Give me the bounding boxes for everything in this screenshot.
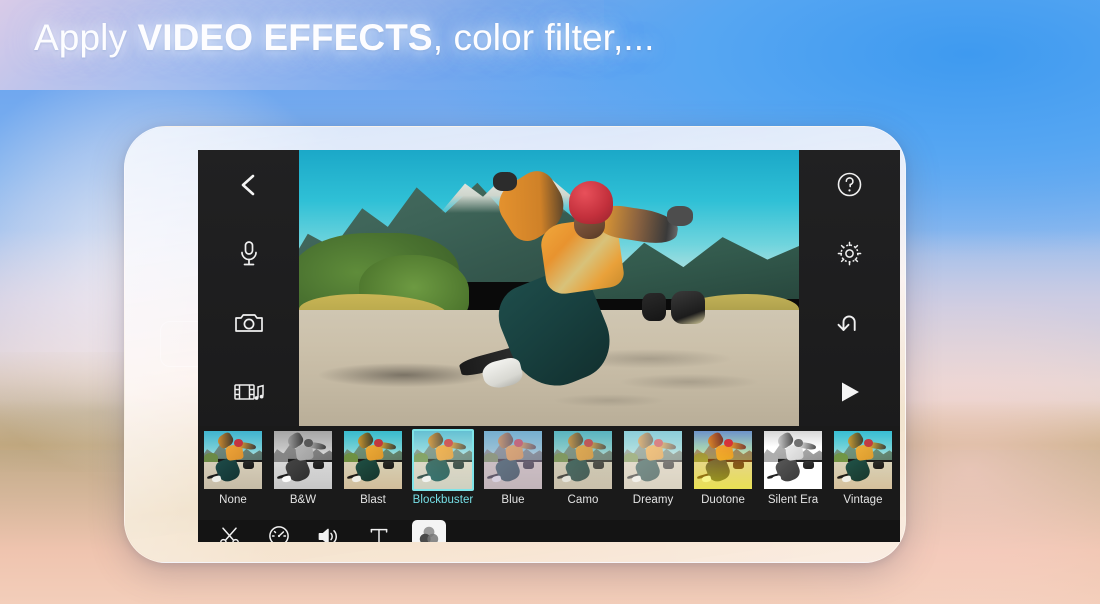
gear-icon bbox=[836, 240, 863, 267]
thumbnail-scene bbox=[694, 431, 752, 489]
thumbnail-scene bbox=[554, 431, 612, 489]
app-screen: None B&W Blast Blockbuster Blue Camo Dre… bbox=[198, 150, 900, 542]
microphone-icon bbox=[238, 240, 260, 268]
thumbnail-scene bbox=[414, 431, 472, 489]
thumbnail-scene bbox=[274, 431, 332, 489]
thumbnail-scene bbox=[484, 431, 542, 489]
headline-suffix: , color filter,... bbox=[432, 17, 655, 58]
play-triangle-icon bbox=[837, 379, 863, 405]
microphone-button[interactable] bbox=[198, 219, 299, 288]
filter-strip[interactable]: None B&W Blast Blockbuster Blue Camo Dre… bbox=[198, 426, 900, 520]
filter-item-selected[interactable]: Blockbuster bbox=[408, 429, 478, 507]
thumbnail-scene bbox=[344, 431, 402, 489]
skater-glove-left bbox=[493, 171, 517, 192]
filter-thumbnail bbox=[622, 429, 684, 491]
thumbnail-scene bbox=[764, 431, 822, 489]
speaker-icon bbox=[317, 526, 341, 542]
filter-item[interactable]: Blue bbox=[478, 429, 548, 507]
filter-thumbnail bbox=[272, 429, 334, 491]
filter-item[interactable]: B&W bbox=[268, 429, 338, 507]
undo-button[interactable] bbox=[799, 288, 900, 357]
undo-arrow-icon bbox=[836, 310, 864, 336]
play-button[interactable] bbox=[799, 357, 900, 426]
skater-glove-right bbox=[667, 206, 694, 227]
video-preview[interactable] bbox=[299, 150, 799, 426]
preview-photo bbox=[299, 150, 799, 426]
filter-label: B&W bbox=[289, 494, 317, 506]
headline-emphasis: VIDEO EFFECTS bbox=[137, 17, 433, 58]
filter-thumbnail bbox=[762, 429, 824, 491]
filter-item[interactable]: Silent Era bbox=[758, 429, 828, 507]
filter-label: Blue bbox=[501, 494, 525, 506]
filter-label: Dreamy bbox=[632, 494, 674, 506]
filter-thumbnail bbox=[482, 429, 544, 491]
filter-item[interactable]: Blast bbox=[338, 429, 408, 507]
text-button[interactable] bbox=[362, 520, 396, 542]
filter-item[interactable]: Camo bbox=[548, 429, 618, 507]
filter-thumbnail bbox=[692, 429, 754, 491]
filter-item[interactable]: Dreamy bbox=[618, 429, 688, 507]
filter-button[interactable] bbox=[412, 520, 446, 542]
film-music-icon bbox=[233, 380, 265, 404]
help-button[interactable] bbox=[799, 150, 900, 219]
thumbnail-scene bbox=[204, 431, 262, 489]
filter-label: Blockbuster bbox=[412, 494, 474, 506]
filter-label: Camo bbox=[567, 494, 599, 506]
filter-thumbnail bbox=[202, 429, 264, 491]
bottom-toolbar bbox=[198, 520, 900, 542]
editor-main-area bbox=[198, 150, 900, 426]
skater-helmet bbox=[568, 181, 613, 224]
question-circle-icon bbox=[836, 171, 863, 198]
camera-button[interactable] bbox=[198, 288, 299, 357]
filter-item[interactable]: Duotone bbox=[688, 429, 758, 507]
filter-label: Vintage bbox=[843, 494, 883, 506]
speed-button[interactable] bbox=[262, 520, 296, 542]
filter-item[interactable]: Vintage bbox=[828, 429, 898, 507]
filter-thumbnail bbox=[832, 429, 894, 491]
volume-button[interactable] bbox=[312, 520, 346, 542]
filter-thumbnail bbox=[552, 429, 614, 491]
left-toolbar bbox=[198, 150, 299, 426]
audio-media-button[interactable] bbox=[198, 357, 299, 426]
photo-skater bbox=[449, 164, 709, 415]
filter-label: None bbox=[219, 494, 247, 506]
thumbnail-scene bbox=[834, 431, 892, 489]
filter-label: Duotone bbox=[701, 494, 745, 506]
filter-thumbnail bbox=[412, 429, 474, 491]
thumbnail-scene bbox=[624, 431, 682, 489]
filter-label: Silent Era bbox=[767, 494, 819, 506]
color-circles-icon bbox=[418, 525, 440, 542]
filter-thumbnail bbox=[342, 429, 404, 491]
back-button[interactable] bbox=[198, 150, 299, 219]
chevron-left-icon bbox=[237, 172, 261, 198]
trim-button[interactable] bbox=[212, 520, 246, 542]
right-toolbar bbox=[799, 150, 900, 426]
camera-icon bbox=[234, 311, 264, 335]
settings-button[interactable] bbox=[799, 219, 900, 288]
filter-item[interactable]: None bbox=[198, 429, 268, 507]
text-t-icon bbox=[369, 526, 389, 542]
speedometer-icon bbox=[268, 525, 290, 542]
filter-label: Blast bbox=[360, 494, 386, 506]
headline: Apply VIDEO EFFECTS, color filter,... bbox=[34, 17, 655, 59]
scissors-icon bbox=[219, 526, 240, 542]
headline-prefix: Apply bbox=[34, 17, 138, 58]
